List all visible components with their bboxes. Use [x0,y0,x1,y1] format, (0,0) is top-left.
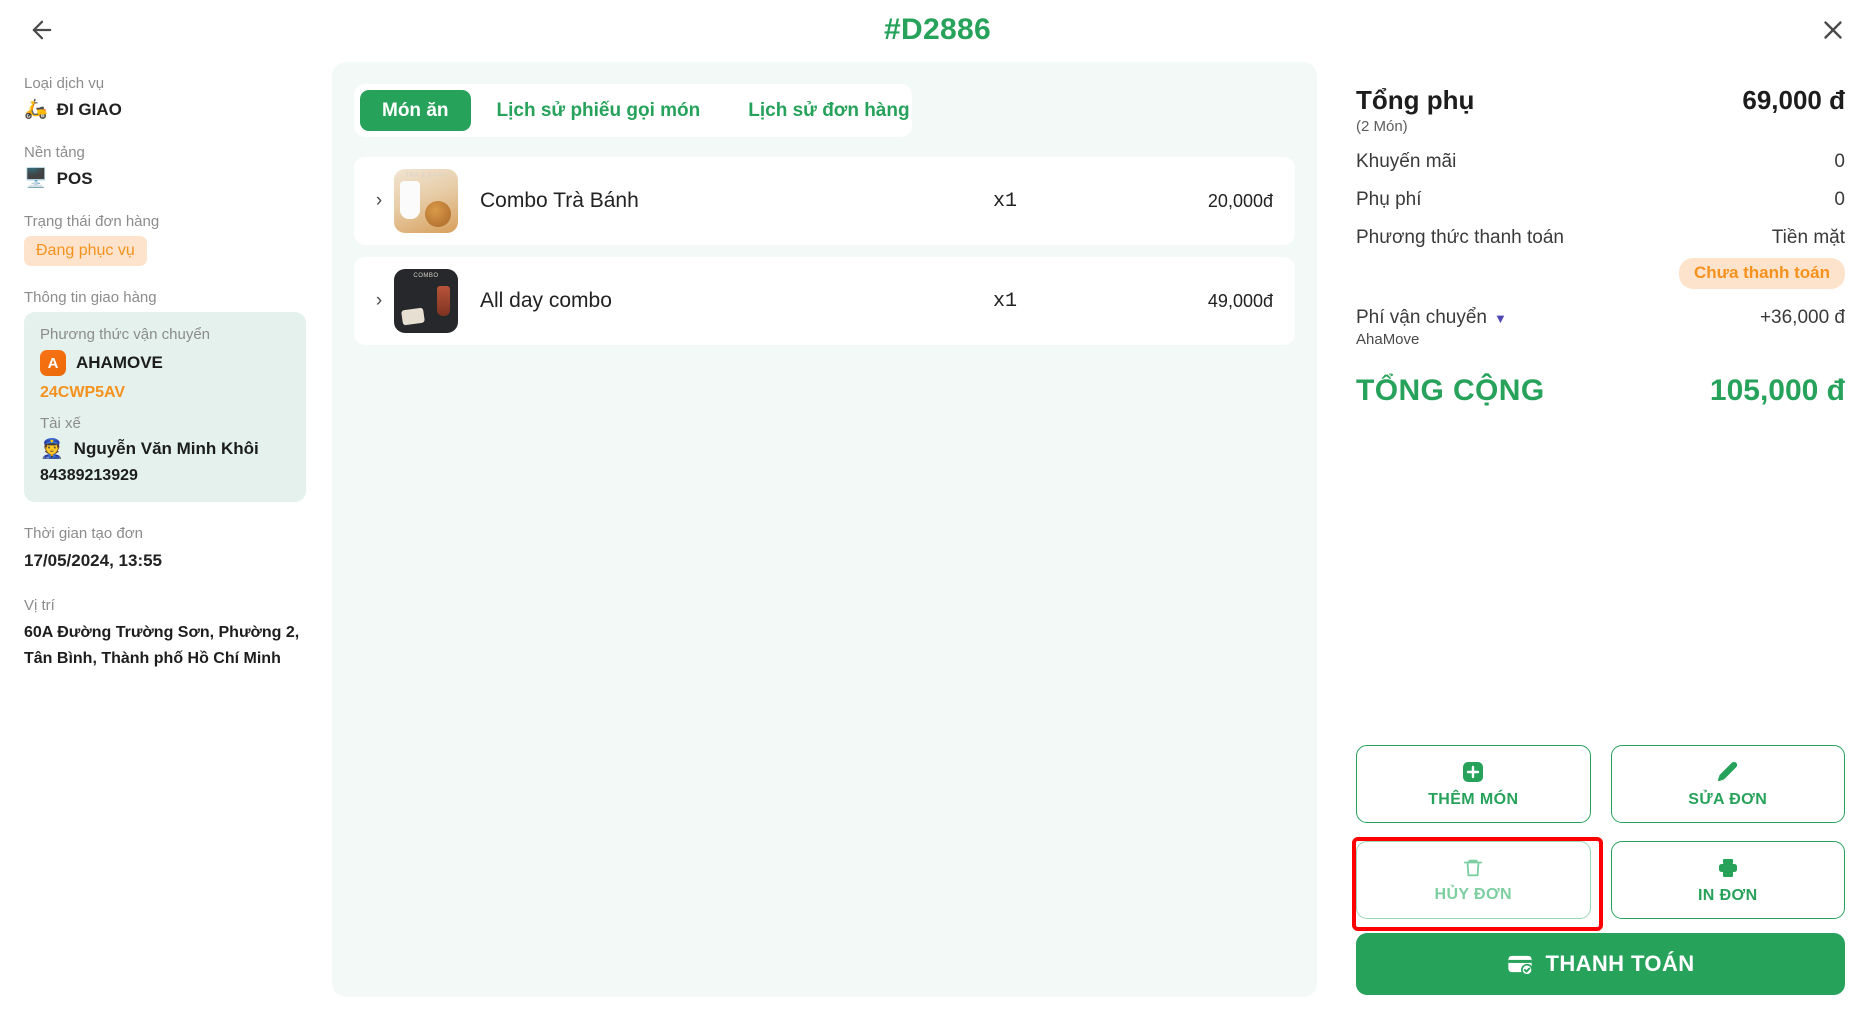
created-time-label: Thời gian tạo đơn [24,525,143,542]
tab-lich-su-don-hang[interactable]: Lịch sử đơn hàng [726,90,931,131]
driver-row: 👮 Nguyễn Văn Minh Khôi [40,439,290,459]
shipping-fee-row: Phí vận chuyển ▼ AhaMove +36,000 đ [1356,307,1845,348]
header-bar: #D2886 [0,0,1875,60]
table-row[interactable]: › COMBO All day combo x1 49,000đ [354,257,1295,345]
subtotal-label: Tổng phụ [1356,85,1475,115]
shipping-fee-label: Phí vận chuyển [1356,307,1487,328]
order-info-sidebar: Loại dịch vụ 🛵 ĐI GIAO Nền tảng 🖥️ POS T… [0,60,330,1015]
discount-value: 0 [1834,151,1845,172]
payment-method-row: Phương thức thanh toán Tiền mặt [1356,227,1845,249]
service-type-field: Loại dịch vụ 🛵 ĐI GIAO [24,74,306,121]
add-item-button[interactable]: THÊM MÓN [1356,745,1591,823]
driver-label: Tài xế [40,415,81,432]
caret-down-icon[interactable]: ▼ [1494,312,1507,325]
location-value: 60A Đường Trường Sơn, Phường 2, Tân Bình… [24,624,300,667]
table-row[interactable]: › TRÀ & BÁNH Combo Trà Bánh x1 20,000đ [354,157,1295,245]
grand-total-row: TỔNG CỘNG 105,000 đ [1356,374,1845,408]
shipping-method-label: Phương thức vận chuyển [40,326,211,343]
pay-button-label: THANH TOÁN [1545,951,1695,976]
tab-bar: Món ăn Lịch sử phiếu gọi món Lịch sử đơn… [354,84,912,137]
created-time-field: Thời gian tạo đơn 17/05/2024, 13:55 [24,524,306,574]
surcharge-row: Phụ phí 0 [1356,189,1845,211]
payment-status-badge: Chưa thanh toán [1678,258,1845,289]
service-type-value-row: 🛵 ĐI GIAO [24,98,306,121]
order-items-list: › TRÀ & BÁNH Combo Trà Bánh x1 20,000đ ›… [354,157,1295,345]
surcharge-value: 0 [1834,189,1845,210]
grand-total-label: TỔNG CỘNG [1356,374,1545,407]
order-status-label: Trạng thái đơn hàng [24,213,160,230]
item-count: (2 Món) [1356,118,1408,135]
trash-icon [1464,859,1483,876]
pos-terminal-icon: 🖥️ [24,168,48,189]
driver-name: Nguyễn Văn Minh Khôi [73,439,259,458]
item-name: All day combo [480,289,612,312]
pencil-icon [1717,761,1737,781]
delivery-info-label: Thông tin giao hàng [24,289,157,306]
tracking-code[interactable]: 24CWP5AV [40,383,290,403]
item-name: Combo Trà Bánh [480,189,639,212]
subtotal-row: Tổng phụ (2 Món) 69,000 đ [1356,84,1845,135]
shipping-fee-label-row[interactable]: Phí vận chuyển ▼ [1356,307,1507,329]
delivery-info-card: Phương thức vận chuyển A AHAMOVE 24CWP5A… [24,312,306,502]
pay-button[interactable]: THANH TOÁN [1356,933,1845,995]
chevron-right-icon[interactable]: › [368,190,390,212]
tab-mon-an[interactable]: Món ăn [360,90,471,131]
chevron-right-icon[interactable]: › [368,290,390,312]
order-summary-panel: Tổng phụ (2 Món) 69,000 đ Khuyến mãi 0 P… [1332,62,1875,1015]
delivery-scooter-icon: 🛵 [24,99,48,120]
cancel-order-highlight: HỦY ĐƠN [1352,837,1602,931]
surcharge-label: Phụ phí [1356,189,1422,210]
discount-row: Khuyến mãi 0 [1356,151,1845,173]
order-status-field: Trạng thái đơn hàng Đang phục vụ [24,212,306,266]
service-type-value: ĐI GIAO [56,100,122,119]
add-item-label: THÊM MÓN [1428,790,1519,808]
shipping-fee-value: +36,000 đ [1759,307,1845,328]
platform-value-row: 🖥️ POS [24,167,306,190]
grand-total-value: 105,000 đ [1709,374,1845,407]
subtotal-value: 69,000 đ [1742,85,1845,115]
driver-phone[interactable]: 84389213929 [40,467,290,485]
delivery-info-field: Thông tin giao hàng Phương thức vận chuy… [24,288,306,502]
print-order-button[interactable]: IN ĐƠN [1610,841,1845,919]
main-content-panel: Món ăn Lịch sử phiếu gọi món Lịch sử đơn… [332,62,1317,997]
item-price: 20,000đ [1207,190,1273,211]
printer-icon [1718,858,1737,877]
service-type-label: Loại dịch vụ [24,75,105,92]
card-check-icon [1508,955,1534,976]
cancel-order-button[interactable]: HỦY ĐƠN [1356,841,1591,919]
created-time-value: 17/05/2024, 13:55 [24,551,163,570]
shipping-provider: AhaMove [1356,331,1420,348]
plus-square-icon [1463,761,1484,782]
edit-order-label: SỬA ĐƠN [1688,790,1768,808]
order-detail-screen: #D2886 Loại dịch vụ 🛵 ĐI GIAO Nền tảng 🖥… [0,0,1875,1015]
platform-field: Nền tảng 🖥️ POS [24,143,306,190]
close-button[interactable] [1811,8,1855,52]
location-label: Vị trí [24,597,55,614]
driver-avatar-icon: 👮 [40,438,64,460]
item-quantity: x1 [993,189,1018,213]
payment-status-row: Chưa thanh toán [1356,258,1845,289]
item-thumbnail: TRÀ & BÁNH [394,169,458,233]
action-buttons-group: THÊM MÓN SỬA ĐƠN HỦY ĐƠN IN ĐƠN [1352,745,1845,931]
payment-method-label: Phương thức thanh toán [1356,227,1564,248]
print-order-label: IN ĐƠN [1697,886,1758,904]
shipping-provider-row: A AHAMOVE [40,350,290,376]
item-price: 49,000đ [1207,290,1273,311]
tab-lich-su-phieu-goi-mon[interactable]: Lịch sử phiếu gọi món [475,90,723,131]
shipping-provider-name: AHAMOVE [76,353,163,372]
item-thumbnail: COMBO [394,269,458,333]
platform-label: Nền tảng [24,144,85,161]
discount-label: Khuyến mãi [1356,151,1457,172]
cancel-order-label: HỦY ĐƠN [1434,885,1512,903]
page-title: #D2886 [884,13,991,46]
payment-method-value: Tiền mặt [1771,227,1845,248]
platform-value: POS [56,169,93,188]
location-field: Vị trí 60A Đường Trường Sơn, Phường 2, T… [24,596,306,672]
edit-order-button[interactable]: SỬA ĐƠN [1610,745,1845,823]
ahamove-logo-icon: A [40,350,66,376]
status-badge: Đang phục vụ [24,236,147,266]
close-icon [1824,21,1842,39]
item-quantity: x1 [993,289,1018,313]
